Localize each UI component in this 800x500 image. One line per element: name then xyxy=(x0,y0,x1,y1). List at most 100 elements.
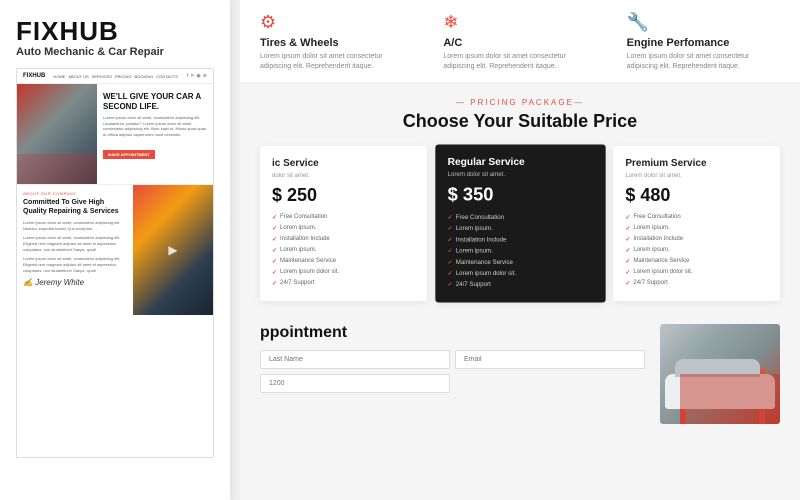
mini-hero-content: WE'LL GIVE YOUR CAR A SECOND LIFE. Lorem… xyxy=(97,84,213,184)
pricing-section: PRICING PACKAGE Choose Your Suitable Pri… xyxy=(240,83,800,316)
mini-nav-social: f ✕ ◉ ⊕ xyxy=(187,73,207,79)
email-input[interactable] xyxy=(455,350,645,369)
feature-item: Free Consultation xyxy=(272,212,415,223)
facebook-icon: f xyxy=(187,73,188,79)
mini-about-signature: ✍ Jeremy White xyxy=(23,278,127,287)
feature-item: Installation Include xyxy=(272,234,415,245)
engine-icon: 🔧 xyxy=(627,12,780,33)
mini-about: ABOUT OUR COMPANY Committed To Give High… xyxy=(17,184,213,314)
pricing-premium-title: Premium Service xyxy=(625,158,768,169)
appointment-section: ppointment xyxy=(260,324,645,393)
time-input[interactable] xyxy=(260,374,450,393)
mini-nav-links: HOME ABOUT US SERVICES PRICING BOOKING C… xyxy=(53,74,182,79)
service-text-ac: Lorem ipsum dolor sit amet consectetur a… xyxy=(443,52,596,72)
appointment-title-text: ppointment xyxy=(260,324,347,341)
feature-item: Installation Include xyxy=(447,234,593,245)
feature-item: Lorem ipsum. xyxy=(272,245,415,256)
pricing-premium-features: Free Consultation Lorem ipsum. Installat… xyxy=(625,212,768,289)
feature-item: Lorem ipsum dolor sit. xyxy=(272,267,415,278)
bottom-area: ppointment xyxy=(240,316,800,476)
pricing-card-premium: Premium Service Lorem dolor sit amet. $ … xyxy=(613,146,780,301)
feature-item: Lorem ipsum. xyxy=(625,245,768,256)
bottom-car-image xyxy=(660,324,780,424)
mini-about-para2: Lorem ipsum dolor sit amet, consectetur … xyxy=(23,235,127,253)
lift-pole-right xyxy=(759,369,765,424)
feature-item: Free Consultation xyxy=(625,212,768,223)
mini-nav-logo: FIXHUB xyxy=(23,73,45,79)
pricing-regular-title: Regular Service xyxy=(447,156,593,167)
car-shape xyxy=(665,374,775,409)
pricing-regular-features: Free Consultation Lorem ipsum. Installat… xyxy=(447,211,593,290)
service-title-engine: Engine Perfomance xyxy=(627,37,780,49)
left-panel: FIXHUB Auto Mechanic & Car Repair FIXHUB… xyxy=(0,0,230,500)
tires-icon: ⚙ xyxy=(260,12,413,33)
service-title-tires: Tires & Wheels xyxy=(260,37,413,49)
mini-about-author: Jeremy White xyxy=(35,278,84,287)
pricing-basic-title: ic Service xyxy=(272,158,415,169)
mini-nav-home: HOME xyxy=(53,74,65,79)
feature-item: Maintenance Service xyxy=(447,256,593,267)
mini-nav-services: SERVICES xyxy=(92,74,112,79)
pricing-card-basic: ic Service dolor sit amet. $ 250 Free Co… xyxy=(260,146,427,301)
feature-item: Lorem ipsum dolor sit. xyxy=(447,267,593,278)
pricing-premium-desc: Lorem dolor sit amet. xyxy=(625,173,768,179)
feature-item: Lorem ipsum. xyxy=(625,223,768,234)
feature-item: Installation Include xyxy=(625,234,768,245)
mini-nav: FIXHUB HOME ABOUT US SERVICES PRICING BO… xyxy=(17,69,213,84)
mini-nav-booking: BOOKING xyxy=(135,74,154,79)
main-content: ⚙ Tires & Wheels Lorem ipsum dolor sit a… xyxy=(240,0,800,500)
mini-about-content: ABOUT OUR COMPANY Committed To Give High… xyxy=(17,185,133,314)
pricing-premium-price: $ 480 xyxy=(625,185,768,206)
pricing-regular-price: $ 350 xyxy=(447,184,593,205)
mini-hero-cta[interactable]: MAKE APPOINTMENT xyxy=(103,150,155,159)
lastname-input[interactable] xyxy=(260,350,450,369)
twitter-icon: ✕ xyxy=(190,73,194,79)
feature-item: Lorem ipsum. xyxy=(447,245,593,256)
brand-subtitle: Auto Mechanic & Car Repair xyxy=(16,46,214,58)
pricing-basic-features: Free Consultation Lorem ipsum. Installat… xyxy=(272,212,415,289)
feature-item: 24/7 Support xyxy=(272,278,415,289)
service-text-tires: Lorem ipsum dolor sit amet consectetur a… xyxy=(260,52,413,72)
brand-title: FIXHUB xyxy=(16,18,214,44)
pinterest-icon: ⊕ xyxy=(203,73,207,79)
service-item-tires: ⚙ Tires & Wheels Lorem ipsum dolor sit a… xyxy=(260,12,413,72)
feature-item: Lorem ipsum. xyxy=(272,223,415,234)
feature-item: Lorem ipsum dolor sit. xyxy=(625,267,768,278)
appointment-title: ppointment xyxy=(260,324,645,342)
mini-about-para1: Lorem ipsum dolor sit amet, consectetur … xyxy=(23,220,127,232)
mini-site-preview: FIXHUB HOME ABOUT US SERVICES PRICING BO… xyxy=(16,68,214,458)
appointment-form xyxy=(260,350,645,393)
pricing-title: Choose Your Suitable Price xyxy=(260,111,780,132)
feature-item: Maintenance Service xyxy=(625,256,768,267)
pricing-basic-desc: dolor sit amet. xyxy=(272,173,415,179)
mini-nav-pricing: PRICING xyxy=(115,74,132,79)
mini-about-image xyxy=(133,185,213,315)
service-item-ac: ❄ A/C Lorem ipsum dolor sit amet consect… xyxy=(443,12,596,72)
instagram-icon: ◉ xyxy=(196,73,200,79)
ac-icon: ❄ xyxy=(443,12,596,33)
feature-item: 24/7 Support xyxy=(625,278,768,289)
mini-hero-title: WE'LL GIVE YOUR CAR A SECOND LIFE. xyxy=(103,92,207,111)
mini-hero-image xyxy=(17,84,97,184)
mini-about-title: Committed To Give High Quality Repairing… xyxy=(23,198,127,216)
feature-item: Maintenance Service xyxy=(272,256,415,267)
feature-item: 24/7 Support xyxy=(447,279,593,290)
pricing-card-regular: Regular Service Lorem dolor sit amet. $ … xyxy=(435,144,605,302)
mini-hero-text: Lorem ipsum dolor sit amet, consectetur … xyxy=(103,115,207,137)
mini-about-para3: Lorem ipsum dolor sit amet, consectetur … xyxy=(23,256,127,274)
services-section: ⚙ Tires & Wheels Lorem ipsum dolor sit a… xyxy=(240,0,800,83)
pricing-tag: PRICING PACKAGE xyxy=(260,98,780,107)
feature-item: Lorem ipsum. xyxy=(447,223,593,234)
feature-item: Free Consultation xyxy=(447,211,593,222)
pricing-basic-price: $ 250 xyxy=(272,185,415,206)
mini-about-tag: ABOUT OUR COMPANY xyxy=(23,191,127,196)
service-item-engine: 🔧 Engine Perfomance Lorem ipsum dolor si… xyxy=(627,12,780,72)
lift-pole-left xyxy=(680,369,686,424)
pricing-regular-desc: Lorem dolor sit amet. xyxy=(447,172,593,178)
service-text-engine: Lorem ipsum dolor sit amet consectetur a… xyxy=(627,52,780,72)
service-title-ac: A/C xyxy=(443,37,596,49)
pricing-cards: ic Service dolor sit amet. $ 250 Free Co… xyxy=(260,146,780,301)
mini-nav-about: ABOUT US xyxy=(68,74,88,79)
mini-hero: WE'LL GIVE YOUR CAR A SECOND LIFE. Lorem… xyxy=(17,84,213,184)
mini-nav-contacts: CONTACTS xyxy=(156,74,178,79)
